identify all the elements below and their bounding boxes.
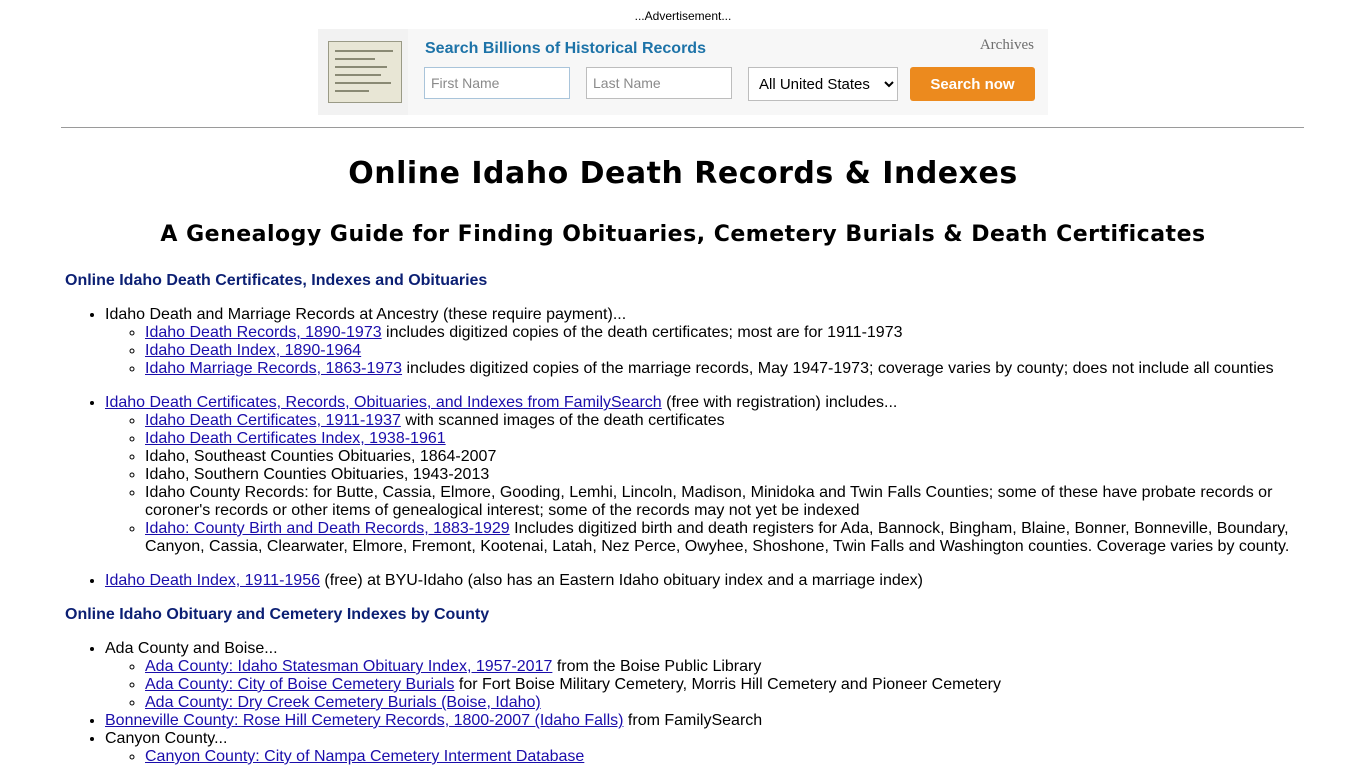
list-item: Idaho Death Certificates, 1911-1937 with… <box>145 412 1305 430</box>
item-description: with scanned images of the death certifi… <box>400 412 725 429</box>
divider <box>61 127 1304 128</box>
ada-intro: Ada County and Boise... <box>105 640 278 657</box>
link-idaho-marriage-records[interactable]: Idaho Marriage Records, 1863-1973 <box>145 360 402 377</box>
list-item: Idaho County Records: for Butte, Cassia,… <box>145 484 1305 520</box>
location-select[interactable]: All United States <box>748 67 898 101</box>
list-item: Idaho: County Birth and Death Records, 1… <box>145 520 1305 556</box>
link-death-certificates-index-1938-1961[interactable]: Idaho Death Certificates Index, 1938-196… <box>145 430 446 447</box>
first-name-input[interactable] <box>424 67 570 99</box>
link-ada-statesman-obituary-index[interactable]: Ada County: Idaho Statesman Obituary Ind… <box>145 658 552 675</box>
list-item: Idaho, Southeast Counties Obituaries, 18… <box>145 448 1305 466</box>
canyon-intro: Canyon County... <box>105 730 228 747</box>
link-canyon-nampa-cemetery[interactable]: Canyon County: City of Nampa Cemetery In… <box>145 748 584 765</box>
item-description: includes digitized copies of the marriag… <box>402 360 1274 377</box>
list-item: Idaho Marriage Records, 1863-1973 includ… <box>145 360 1305 378</box>
page-subtitle: A Genealogy Guide for Finding Obituaries… <box>160 222 1206 247</box>
list-item: Canyon County: City of Nampa Cemetery In… <box>145 748 1305 766</box>
list-item: Idaho Death and Marriage Records at Ance… <box>105 306 1305 378</box>
link-ada-dry-creek-cemetery[interactable]: Ada County: Dry Creek Cemetery Burials (… <box>145 694 541 711</box>
advertisement-label: ...Advertisement... <box>634 9 732 23</box>
main-content: Online Idaho Death Certificates, Indexes… <box>65 272 1305 782</box>
section2-list: Ada County and Boise... Ada County: Idah… <box>65 640 1305 766</box>
section-heading-death-certificates: Online Idaho Death Certificates, Indexes… <box>65 272 488 289</box>
link-idaho-death-index[interactable]: Idaho Death Index, 1890-1964 <box>145 342 361 359</box>
last-name-input[interactable] <box>586 67 732 99</box>
list-item: Idaho, Southern Counties Obituaries, 194… <box>145 466 1305 484</box>
list-item: Idaho Death Certificates Index, 1938-196… <box>145 430 1305 448</box>
canyon-sublist: Canyon County: City of Nampa Cemetery In… <box>105 748 1305 766</box>
section-heading-county-indexes: Online Idaho Obituary and Cemetery Index… <box>65 606 490 623</box>
link-familysearch-collection[interactable]: Idaho Death Certificates, Records, Obitu… <box>105 394 662 411</box>
link-county-birth-death-records[interactable]: Idaho: County Birth and Death Records, 1… <box>145 520 510 537</box>
list-item: Ada County: Dry Creek Cemetery Burials (… <box>145 694 1305 712</box>
link-idaho-death-records[interactable]: Idaho Death Records, 1890-1973 <box>145 324 382 341</box>
ancestry-sublist: Idaho Death Records, 1890-1973 includes … <box>105 324 1305 378</box>
certificate-thumbnail-icon <box>328 41 402 103</box>
list-item: Ada County: Idaho Statesman Obituary Ind… <box>145 658 1305 676</box>
link-ada-boise-cemetery-burials[interactable]: Ada County: City of Boise Cemetery Buria… <box>145 676 454 693</box>
item-description: Idaho, Southern Counties Obituaries, 194… <box>145 466 490 483</box>
list-item: Ada County and Boise... Ada County: Idah… <box>105 640 1305 712</box>
item-description: from FamilySearch <box>623 712 763 729</box>
ad-brand-logo: Archives <box>979 37 1034 53</box>
ad-headline: Search Billions of Historical Records <box>425 40 706 57</box>
ancestry-intro: Idaho Death and Marriage Records at Ance… <box>105 306 627 323</box>
item-description: from the Boise Public Library <box>552 658 762 675</box>
item-description: includes digitized copies of the death c… <box>381 324 903 341</box>
link-byu-idaho-death-index[interactable]: Idaho Death Index, 1911-1956 <box>105 572 320 589</box>
section1-list: Idaho Death and Marriage Records at Ance… <box>65 306 1305 590</box>
link-death-certificates-1911-1937[interactable]: Idaho Death Certificates, 1911-1937 <box>145 412 401 429</box>
page-title: Online Idaho Death Records & Indexes <box>348 156 1018 191</box>
item-description: (free) at BYU-Idaho (also has an Eastern… <box>319 572 923 589</box>
item-description: Idaho, Southeast Counties Obituaries, 18… <box>145 448 497 465</box>
link-bonneville-rose-hill-cemetery[interactable]: Bonneville County: Rose Hill Cemetery Re… <box>105 712 623 729</box>
list-item: Idaho Death Index, 1890-1964 <box>145 342 1305 360</box>
list-item: Idaho Death Certificates, Records, Obitu… <box>105 394 1305 556</box>
item-description: Idaho County Records: for Butte, Cassia,… <box>145 484 1273 519</box>
list-item: Ada County: City of Boise Cemetery Buria… <box>145 676 1305 694</box>
ada-sublist: Ada County: Idaho Statesman Obituary Ind… <box>105 658 1305 712</box>
item-description: (free with registration) includes... <box>661 394 898 411</box>
list-item: Canyon County... Canyon County: City of … <box>105 730 1305 766</box>
search-now-button[interactable]: Search now <box>910 67 1035 101</box>
list-item: Idaho Death Records, 1890-1973 includes … <box>145 324 1305 342</box>
item-description: for Fort Boise Military Cemetery, Morris… <box>454 676 1001 693</box>
list-item: Idaho Death Index, 1911-1956 (free) at B… <box>105 572 1305 590</box>
ad-banner[interactable]: Search Billions of Historical Records Ar… <box>318 29 1048 115</box>
familysearch-sublist: Idaho Death Certificates, 1911-1937 with… <box>105 412 1305 556</box>
list-item: Bonneville County: Rose Hill Cemetery Re… <box>105 712 1305 730</box>
